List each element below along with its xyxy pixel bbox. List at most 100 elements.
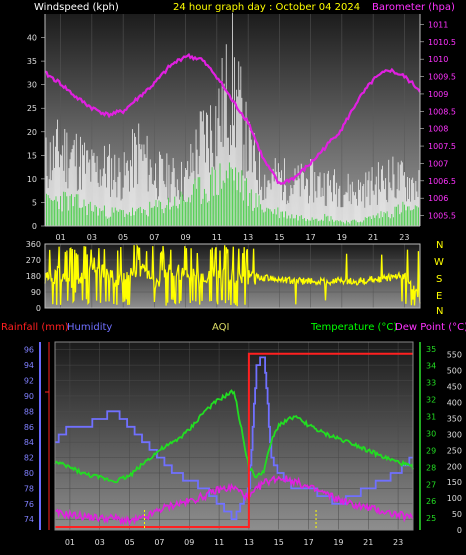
bottom-x-tick-label: 03 bbox=[95, 538, 105, 547]
bottom-plot-area bbox=[55, 342, 413, 530]
aqi-label: AQI bbox=[212, 322, 230, 333]
top-right-tick-label: 1010 bbox=[428, 55, 448, 64]
top-x-tick-label: 05 bbox=[118, 233, 128, 242]
temperature-tick-label: 34 bbox=[426, 362, 436, 371]
compass-n-bottom: N bbox=[436, 306, 443, 317]
aqi-tick-label: 500 bbox=[447, 367, 462, 376]
temperature-tick-label: 29 bbox=[426, 446, 436, 455]
bottom-x-tick-label: 19 bbox=[333, 538, 343, 547]
humidity-tick-label: 82 bbox=[24, 454, 34, 463]
bottom-x-tick-label: 15 bbox=[274, 538, 284, 547]
bottom-x-tick-label: 01 bbox=[65, 538, 75, 547]
direction-y-tick-label: 270 bbox=[26, 256, 41, 265]
humidity-tick-label: 80 bbox=[24, 469, 34, 478]
top-x-tick-label: 17 bbox=[306, 233, 316, 242]
top-x-tick-label: 07 bbox=[149, 233, 159, 242]
top-x-tick-label: 01 bbox=[56, 233, 66, 242]
top-x-tick-label: 03 bbox=[87, 233, 97, 242]
bottom-x-tick-label: 05 bbox=[124, 538, 134, 547]
bottom-x-tick-label: 11 bbox=[214, 538, 224, 547]
aqi-tick-label: 150 bbox=[447, 478, 462, 487]
compass-n-top: N bbox=[436, 240, 443, 251]
humidity-tick-label: 88 bbox=[24, 407, 34, 416]
rainfall-axis-label: Rainfall (mm) bbox=[1, 322, 69, 333]
humidity-tick-label: 86 bbox=[24, 423, 34, 432]
temperature-tick-label: 30 bbox=[426, 429, 436, 438]
humidity-tick-label: 96 bbox=[24, 346, 34, 355]
top-x-tick-label: 19 bbox=[337, 233, 347, 242]
humidity-tick-label: 78 bbox=[24, 484, 34, 493]
compass-e: E bbox=[436, 291, 442, 302]
top-x-tick-label: 21 bbox=[368, 233, 378, 242]
top-x-tick-label: 11 bbox=[212, 233, 222, 242]
aqi-tick-label: 200 bbox=[447, 462, 462, 471]
humidity-axis-label: Humidity bbox=[67, 322, 112, 333]
temperature-tick-label: 32 bbox=[426, 396, 436, 405]
top-right-tick-label: 1009.5 bbox=[428, 73, 456, 82]
top-left-tick-label: 20 bbox=[27, 128, 37, 137]
aqi-tick-label: 50 bbox=[452, 510, 462, 519]
top-right-tick-label: 1011 bbox=[428, 20, 448, 29]
temperature-axis-label: Temperature (°C) bbox=[310, 322, 397, 333]
top-left-tick-label: 5 bbox=[32, 198, 37, 207]
bottom-x-tick-label: 23 bbox=[393, 538, 403, 547]
aqi-tick-label: 0 bbox=[457, 526, 462, 535]
aqi-tick-label: 350 bbox=[447, 414, 462, 423]
compass-s: S bbox=[436, 274, 442, 285]
direction-y-tick-label: 90 bbox=[31, 288, 41, 297]
top-x-tick-label: 15 bbox=[274, 233, 284, 242]
chart-title: 24 hour graph day : October 04 2024 bbox=[173, 2, 360, 13]
top-left-tick-label: 15 bbox=[27, 151, 37, 160]
barometer-axis-label: Barometer (hpa) bbox=[372, 2, 455, 13]
top-right-tick-label: 1007.5 bbox=[428, 142, 456, 151]
humidity-tick-label: 76 bbox=[24, 500, 34, 509]
top-x-tick-label: 13 bbox=[243, 233, 253, 242]
top-right-tick-label: 1009 bbox=[428, 90, 448, 99]
top-x-tick-label: 09 bbox=[181, 233, 191, 242]
temperature-tick-label: 27 bbox=[426, 480, 436, 489]
aqi-tick-label: 400 bbox=[447, 399, 462, 408]
top-right-tick-label: 1010.5 bbox=[428, 38, 456, 47]
bottom-x-tick-label: 13 bbox=[244, 538, 254, 547]
humidity-tick-label: 94 bbox=[24, 361, 34, 370]
top-left-tick-label: 35 bbox=[27, 57, 37, 66]
aqi-tick-label: 450 bbox=[447, 383, 462, 392]
humidity-tick-label: 84 bbox=[24, 438, 34, 447]
humidity-tick-label: 90 bbox=[24, 392, 34, 401]
temperature-tick-label: 35 bbox=[426, 345, 436, 354]
temperature-tick-label: 33 bbox=[426, 379, 436, 388]
temperature-tick-label: 28 bbox=[426, 463, 436, 472]
dewpoint-axis-label: Dew Point (°C) bbox=[395, 322, 466, 333]
humidity-tick-label: 92 bbox=[24, 377, 34, 386]
weather-chart: Windspeed (kph) 24 hour graph day : Octo… bbox=[1, 2, 466, 547]
temperature-tick-label: 25 bbox=[426, 514, 436, 523]
aqi-tick-label: 300 bbox=[447, 430, 462, 439]
temperature-tick-label: 26 bbox=[426, 497, 436, 506]
top-right-tick-label: 1006 bbox=[428, 194, 448, 203]
top-left-tick-label: 25 bbox=[27, 104, 37, 113]
bottom-x-tick-label: 09 bbox=[184, 538, 194, 547]
compass-w: W bbox=[434, 257, 444, 268]
direction-y-tick-label: 0 bbox=[36, 304, 41, 313]
humidity-tick-label: 74 bbox=[24, 515, 34, 524]
top-left-tick-label: 30 bbox=[27, 81, 37, 90]
aqi-tick-label: 250 bbox=[447, 446, 462, 455]
aqi-tick-label: 100 bbox=[447, 494, 462, 503]
top-left-tick-label: 40 bbox=[27, 34, 37, 43]
top-right-tick-label: 1005.5 bbox=[428, 212, 456, 221]
bottom-x-tick-label: 17 bbox=[303, 538, 313, 547]
top-right-tick-label: 1008 bbox=[428, 125, 448, 134]
bottom-x-tick-label: 07 bbox=[154, 538, 164, 547]
top-right-tick-label: 1008.5 bbox=[428, 107, 456, 116]
windspeed-axis-label: Windspeed (kph) bbox=[34, 2, 119, 13]
top-right-tick-label: 1007 bbox=[428, 159, 448, 168]
aqi-tick-label: 550 bbox=[447, 351, 462, 360]
top-left-tick-label: 0 bbox=[32, 222, 37, 231]
direction-y-tick-label: 360 bbox=[26, 240, 41, 249]
top-x-tick-label: 23 bbox=[399, 233, 409, 242]
temperature-tick-label: 31 bbox=[426, 413, 436, 422]
top-left-tick-label: 10 bbox=[27, 175, 37, 184]
top-right-tick-label: 1006.5 bbox=[428, 177, 456, 186]
bottom-x-tick-label: 21 bbox=[363, 538, 373, 547]
direction-y-tick-label: 180 bbox=[26, 272, 41, 281]
